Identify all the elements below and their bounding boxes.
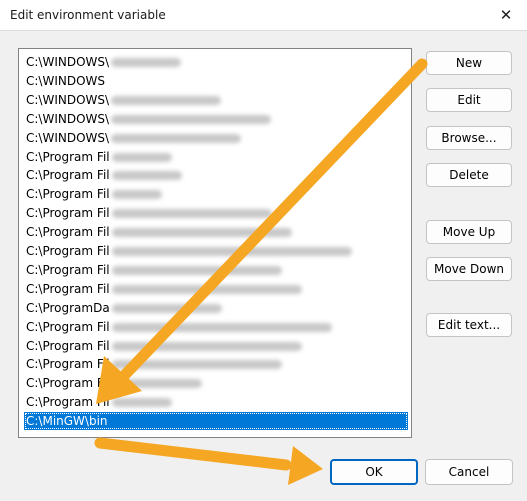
browse-button[interactable]: Browse... — [426, 126, 512, 150]
path-list-item[interactable]: C:\Program Fil — [26, 223, 409, 241]
path-list-item[interactable]: C:\Program Fil — [26, 355, 409, 373]
move-up-button[interactable]: Move Up — [426, 220, 512, 244]
path-list-item-label: C:\WINDOWS\ — [26, 111, 110, 126]
redacted-text — [111, 114, 272, 124]
redacted-text — [111, 190, 162, 200]
path-list-item-label: C:\WINDOWS — [26, 73, 106, 88]
edit-text-button[interactable]: Edit text... — [426, 313, 512, 337]
redacted-text — [111, 341, 302, 351]
path-list-item-label: C:\MinGW\bin — [26, 414, 108, 429]
path-list-item[interactable]: C:\WINDOWS\ — [26, 53, 409, 71]
redacted-text — [111, 228, 292, 238]
path-list-item-label: C:\Program Fil — [26, 187, 110, 202]
path-list-item-label: C:\Program Fil — [26, 149, 110, 164]
path-list-item[interactable]: C:\WINDOWS\ — [26, 91, 409, 109]
path-list-item[interactable]: C:\Program Fil — [26, 393, 409, 411]
path-list-item[interactable]: C:\Program Fil — [26, 204, 409, 222]
redacted-text — [111, 284, 302, 294]
path-list-item[interactable]: C:\Program Fil — [26, 148, 409, 166]
close-icon[interactable]: ✕ — [493, 4, 519, 26]
path-list-item-label: C:\WINDOWS\ — [26, 55, 110, 69]
path-list-item[interactable]: C:\Program Fil — [26, 374, 409, 392]
redacted-text — [111, 133, 242, 143]
redacted-text — [111, 58, 182, 67]
path-list-item-label: C:\Program Fil — [26, 206, 110, 221]
path-list-item[interactable]: C:\Program Fil — [26, 185, 409, 203]
redacted-text — [111, 265, 282, 275]
path-list-item-label: C:\WINDOWS\ — [26, 92, 110, 107]
redacted-text — [111, 171, 182, 181]
ok-button[interactable]: OK — [330, 459, 418, 485]
path-list-item[interactable]: C:\Program Fil — [26, 318, 409, 336]
new-button[interactable]: New — [426, 51, 512, 75]
redacted-text — [111, 360, 282, 370]
path-list[interactable]: C:\WINDOWS\ C:\WINDOWS C:\WINDOWS\ C:\WINDO… — [18, 48, 412, 438]
redacted-text — [111, 398, 172, 408]
cancel-button[interactable]: Cancel — [425, 459, 513, 485]
path-list-item[interactable]: C:\ProgramDa — [26, 299, 409, 317]
redacted-text — [111, 209, 272, 219]
path-list-item[interactable]: C:\Program Fil — [26, 337, 409, 355]
redacted-text — [111, 152, 172, 162]
move-down-button[interactable]: Move Down — [426, 257, 512, 281]
path-list-item[interactable]: C:\Program Fil — [26, 261, 409, 279]
edit-button[interactable]: Edit — [426, 88, 512, 112]
path-list-item-label: C:\Program Fil — [26, 357, 110, 372]
path-list-item-label: C:\Program Fil — [26, 244, 110, 258]
path-list-item-label: C:\Program Fil — [26, 225, 110, 240]
path-list-item-label: C:\Program Fil — [26, 281, 110, 296]
redacted-text — [111, 303, 222, 313]
redacted-text — [111, 95, 222, 105]
path-list-item-selected[interactable]: C:\MinGW\bin — [24, 412, 408, 431]
title-bar: Edit environment variable ✕ — [0, 0, 527, 31]
path-list-item[interactable]: C:\Program Fil — [26, 280, 409, 298]
annotation-arrow-to-ok-button — [94, 437, 323, 485]
path-list-item[interactable]: C:\WINDOWS\ — [26, 129, 409, 147]
path-list-item-label: C:\Program Fil — [26, 395, 110, 410]
path-list-item-label: C:\Program Fil — [26, 319, 110, 334]
path-list-item-label: C:\ProgramDa — [26, 300, 110, 315]
path-list-item[interactable]: C:\WINDOWS\ — [26, 110, 409, 128]
path-list-item-label: C:\WINDOWS\ — [26, 130, 110, 145]
redacted-text — [111, 322, 332, 332]
path-list-item[interactable]: C:\WINDOWS — [26, 72, 409, 90]
path-list-item-label: C:\Program Fil — [26, 338, 110, 353]
path-list-item-label: C:\Program Fil — [26, 376, 110, 391]
path-list-item-label: C:\Program Fil — [26, 168, 110, 183]
path-list-item-label: C:\Program Fil — [26, 262, 110, 277]
redacted-text — [111, 379, 202, 389]
path-list-item[interactable]: C:\Program Fil — [26, 242, 409, 260]
delete-button[interactable]: Delete — [426, 163, 512, 187]
window-title: Edit environment variable — [10, 8, 166, 22]
redacted-text — [111, 247, 352, 256]
path-list-item[interactable]: C:\Program Fil — [26, 166, 409, 184]
